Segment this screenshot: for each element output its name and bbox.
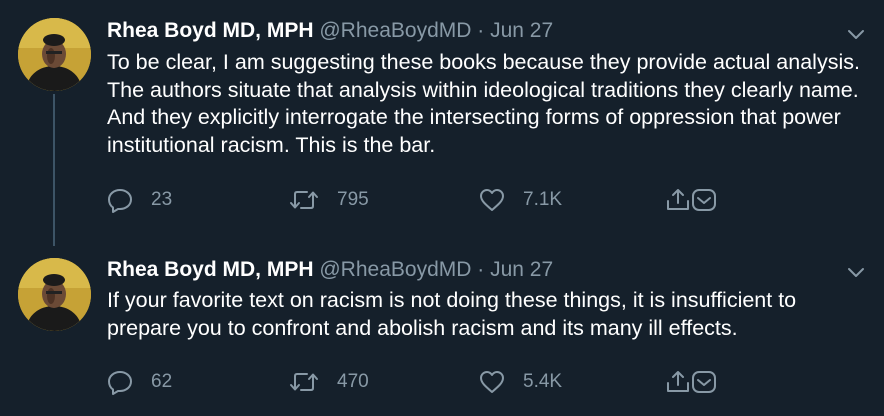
share-icon (667, 189, 689, 210)
author-name[interactable]: Rhea Boyd MD, MPH (107, 258, 314, 281)
reply-button[interactable]: 23 (107, 187, 172, 213)
dm-icon[interactable] (691, 369, 717, 395)
tweet-date[interactable]: Jun 27 (490, 19, 553, 42)
like-icon (480, 189, 504, 211)
avatar[interactable] (18, 18, 91, 91)
chevron-down-icon[interactable] (846, 262, 866, 282)
reply-count: 62 (151, 371, 173, 392)
like-button[interactable]: 5.4K (479, 369, 562, 395)
tweet-text: If your favorite text on racism is not d… (107, 288, 797, 340)
like-button[interactable]: 7.1K (479, 187, 562, 213)
tweet-text: To be clear, I am suggesting these books… (107, 50, 860, 157)
chevron-down-icon[interactable] (846, 24, 866, 44)
tweet-2[interactable]: Rhea Boyd MD, MPH @RheaBoydMD · Jun 27 I… (0, 246, 884, 416)
like-icon (480, 371, 504, 393)
retweet-button[interactable]: 795 (289, 187, 369, 213)
dm-icon[interactable] (691, 187, 717, 213)
avatar[interactable] (18, 258, 91, 331)
retweet-count: 470 (337, 371, 369, 392)
reply-button[interactable]: 62 (107, 369, 172, 395)
tweet-header: Rhea Boyd MD, MPH @RheaBoydMD · Jun 27 (107, 19, 553, 43)
like-count: 5.4K (523, 371, 563, 392)
tweet-1[interactable]: Rhea Boyd MD, MPH @RheaBoydMD · Jun 27 T… (0, 0, 884, 246)
reply-icon (108, 189, 132, 213)
author-name[interactable]: Rhea Boyd MD, MPH (107, 19, 314, 42)
retweet-button[interactable]: 470 (289, 369, 369, 395)
share-icon (667, 371, 689, 392)
author-handle[interactable]: @RheaBoydMD (319, 19, 471, 42)
tweet-date[interactable]: Jun 27 (490, 258, 553, 281)
retweet-count: 795 (337, 189, 369, 210)
reply-count: 23 (151, 189, 173, 210)
share-button[interactable] (665, 187, 717, 213)
reply-icon (108, 371, 132, 395)
separator-dot: · (477, 19, 485, 42)
author-handle[interactable]: @RheaBoydMD (319, 258, 471, 281)
tweet-header: Rhea Boyd MD, MPH @RheaBoydMD · Jun 27 (107, 258, 553, 282)
separator-dot: · (477, 258, 485, 281)
retweet-icon (290, 191, 318, 209)
retweet-icon (290, 373, 318, 391)
like-count: 7.1K (523, 189, 563, 210)
share-button[interactable] (665, 369, 717, 395)
